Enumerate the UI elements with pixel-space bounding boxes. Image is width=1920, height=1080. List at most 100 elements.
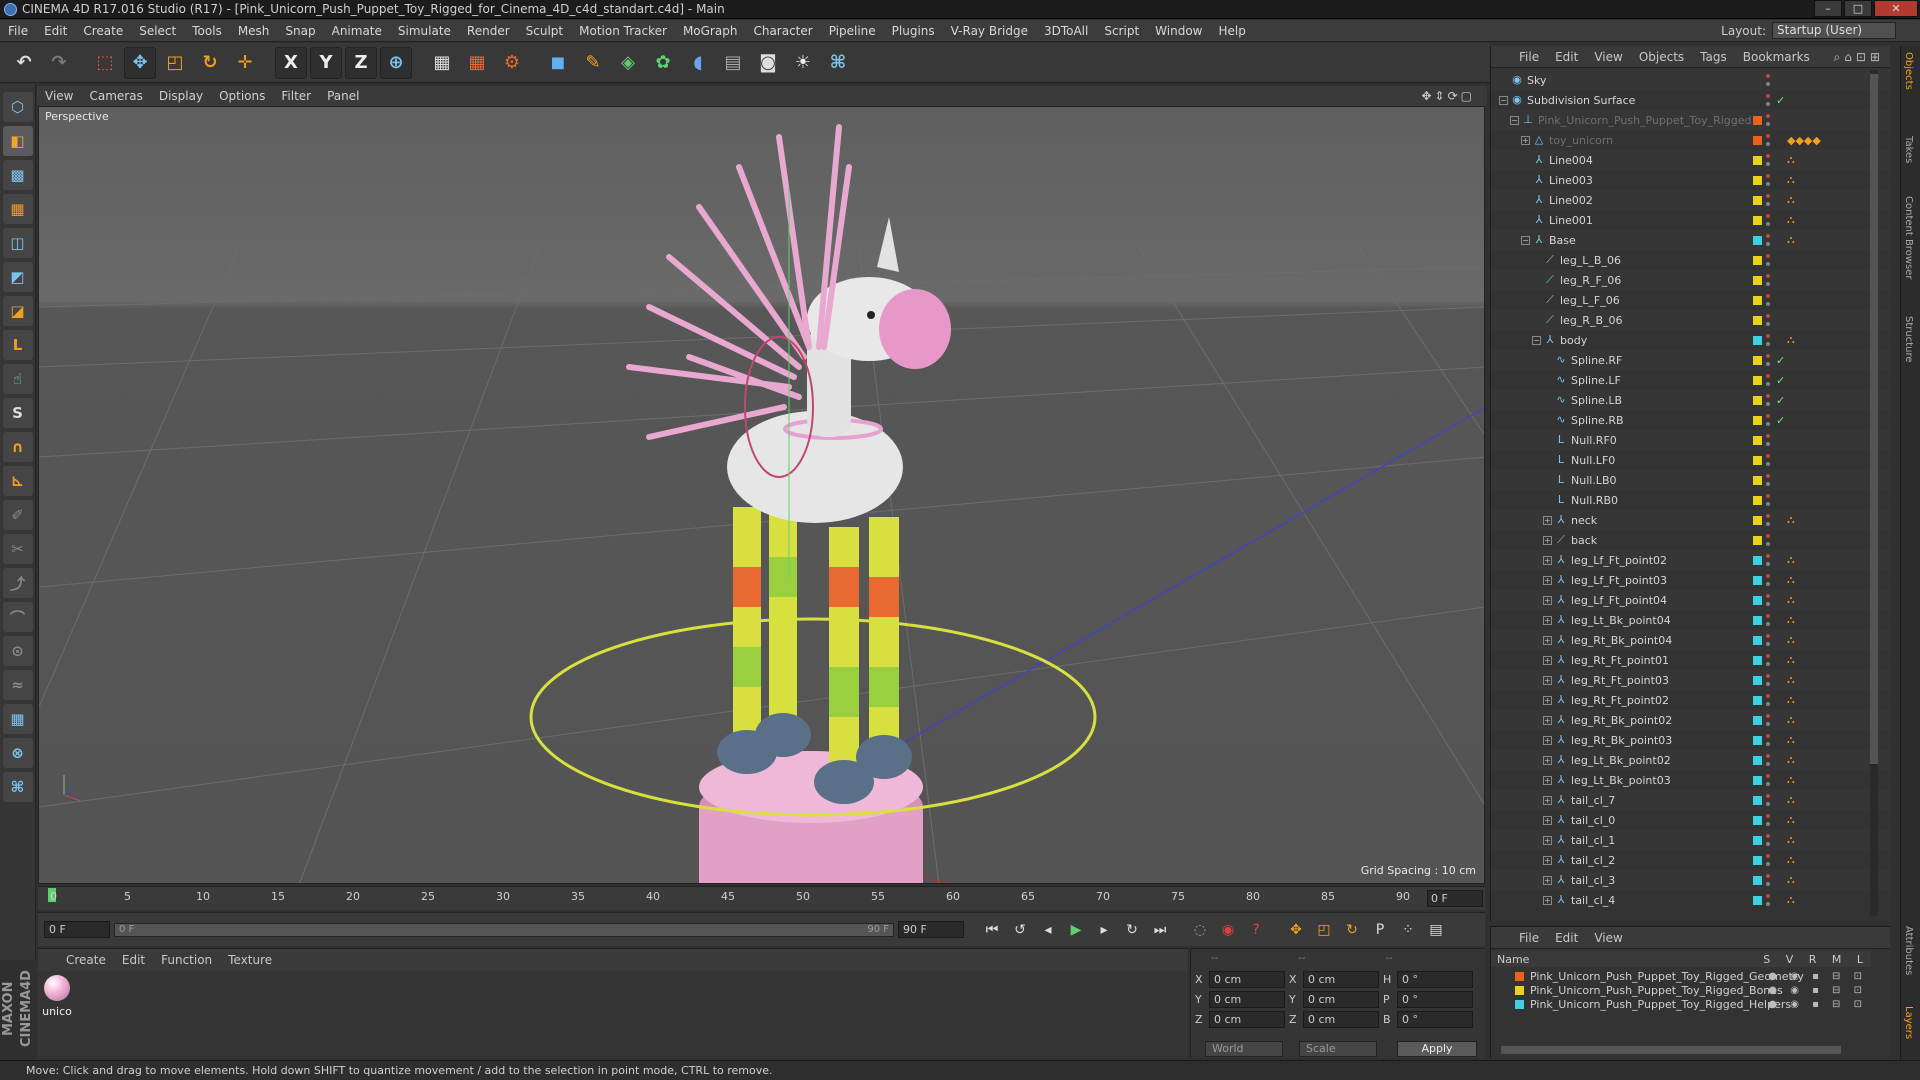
object-row[interactable]: + ⅄ neck ⛬ [1491,510,1891,530]
rotate-icon[interactable]: ↻ [194,47,226,79]
object-row[interactable]: + ⅄ leg_Rt_Ft_point02 ⛬ [1491,690,1891,710]
material-menu-function[interactable]: Function [153,953,220,967]
object-name[interactable]: leg_Rt_Ft_point02 [1571,694,1669,707]
layer-color-swatch[interactable] [1753,375,1762,385]
enabled-check-icon[interactable]: ✓ [1776,94,1785,107]
object-row[interactable]: L Null.RF0 [1491,430,1891,450]
object-row[interactable]: − ◉ Subdivision Surface ✓ [1491,90,1891,110]
layer-color-swatch[interactable] [1753,635,1762,645]
object-name[interactable]: tail_cl_7 [1571,794,1615,807]
prev-frame-icon[interactable]: ◂ [1036,918,1060,942]
visibility-dots[interactable] [1766,414,1770,426]
layer-color-swatch[interactable] [1753,115,1762,125]
next-frame-icon[interactable]: ▸ [1092,918,1116,942]
live-select-icon[interactable]: ⬚ [89,47,121,79]
visibility-dots[interactable] [1766,874,1770,886]
object-name[interactable]: leg_Rt_Ft_point01 [1571,654,1669,667]
visibility-dots[interactable] [1766,774,1770,786]
object-name[interactable]: leg_Rt_Bk_point04 [1571,634,1672,647]
layer-color-swatch[interactable] [1753,415,1762,425]
visibility-dots[interactable] [1766,714,1770,726]
object-tag-icon[interactable]: ⛬ [1787,833,1795,847]
expand-toggle-icon[interactable]: + [1543,815,1552,825]
object-row[interactable]: + ⅄ leg_Rt_Ft_point03 ⛬ [1491,670,1891,690]
object-tag-icon[interactable]: ⛬ [1787,513,1795,527]
layer-color-swatch[interactable] [1753,255,1762,265]
expand-toggle-icon[interactable]: + [1543,895,1552,905]
object-row[interactable]: ⟋ leg_R_F_06 [1491,270,1891,290]
autokey-icon[interactable]: ? [1244,918,1268,942]
menu-simulate[interactable]: Simulate [390,20,459,42]
visibility-dots[interactable] [1766,894,1770,906]
start-frame-field[interactable]: 0 F [44,921,110,938]
layer-color-swatch[interactable] [1753,535,1762,545]
object-name[interactable]: body [1560,334,1587,347]
goto-start-icon[interactable]: ⏮ [980,918,1004,942]
object-tag-icon[interactable]: ⛬ [1787,673,1795,687]
layer-color-swatch[interactable] [1753,715,1762,725]
visibility-dots[interactable] [1766,194,1770,206]
object-name[interactable]: leg_Rt_Bk_point02 [1571,714,1672,727]
world-coord-icon[interactable]: ⊕ [380,46,412,79]
visibility-dots[interactable] [1766,734,1770,746]
layer-color-swatch[interactable] [1753,895,1762,905]
expand-toggle-icon[interactable]: − [1521,235,1530,245]
layer-color-swatch[interactable] [1753,655,1762,665]
object-tag-icon[interactable]: ⛬ [1787,553,1795,567]
visibility-dots[interactable] [1766,354,1770,366]
knife-icon[interactable]: ✂ [2,534,33,564]
expand-toggle-icon[interactable]: + [1543,515,1552,525]
expand-toggle-icon[interactable]: + [1543,615,1552,625]
object-name[interactable]: Line003 [1549,174,1593,187]
object-name[interactable]: Pink_Unicorn_Push_Puppet_Toy_Rigged [1538,114,1752,127]
object-name[interactable]: leg_Rt_Bk_point03 [1571,734,1672,747]
object-name[interactable]: Line004 [1549,154,1593,167]
expand-toggle-icon[interactable]: − [1499,95,1508,105]
visibility-dots[interactable] [1766,614,1770,626]
timeline-window-icon[interactable]: ▤ [1424,918,1448,942]
viewport-menu-view[interactable]: View [37,89,81,103]
layer-flag-icons[interactable]: ● ◉ ▪ ⊟ ⊡ [1768,985,1867,996]
size-z-field[interactable]: 0 cm [1303,1011,1379,1028]
size-mode-dropdown[interactable]: Scale [1299,1041,1377,1057]
light-icon[interactable]: ☀ [787,47,819,79]
object-name[interactable]: Spline.RF [1571,354,1622,367]
tab-content-browser[interactable]: Content Browser [1903,196,1914,279]
tab-takes[interactable]: Takes [1903,136,1914,163]
object-row[interactable]: + ⅄ leg_Lt_Bk_point03 ⛬ [1491,770,1891,790]
object-row[interactable]: + ⅄ tail_cl_1 ⛬ [1491,830,1891,850]
layer-color-swatch[interactable] [1753,775,1762,785]
object-name[interactable]: leg_R_F_06 [1560,274,1621,287]
object-menu-bookmarks[interactable]: Bookmarks [1735,50,1818,64]
timeline-ruler[interactable]: 0 5 10 15 20 25 30 35 40 45 50 55 60 65 … [38,886,1485,910]
viewport-menu-display[interactable]: Display [151,89,211,103]
visibility-dots[interactable] [1766,314,1770,326]
menu-character[interactable]: Character [745,20,820,42]
layer-color-swatch[interactable] [1753,455,1762,465]
position-z-field[interactable]: 0 cm [1209,1011,1285,1028]
layer-color-swatch[interactable] [1753,795,1762,805]
camera-icon[interactable]: ◙ [752,47,784,79]
expand-toggle-icon[interactable]: + [1543,555,1552,565]
current-frame-field[interactable]: 0 F [1427,890,1483,907]
object-row[interactable]: − ⊥ Pink_Unicorn_Push_Puppet_Toy_Rigged [1491,110,1891,130]
layer-color-swatch[interactable] [1753,555,1762,565]
menu-window[interactable]: Window [1147,20,1210,42]
expand-toggle-icon[interactable]: + [1543,695,1552,705]
minimize-button[interactable]: – [1814,0,1842,17]
visibility-dots[interactable] [1766,454,1770,466]
menu-mograph[interactable]: MoGraph [675,20,746,42]
python-console-icon[interactable]: ⌘ [2,772,33,802]
expand-toggle-icon[interactable]: + [1543,595,1552,605]
model-mode-icon[interactable]: ◧ [2,126,33,156]
object-tree[interactable]: ◉ Sky − ◉ Subdivision Surface ✓ − ⊥ Pink_Unicorn… [1491,70,1891,916]
object-row[interactable]: + ⅄ leg_Rt_Ft_point01 ⛬ [1491,650,1891,670]
object-name[interactable]: leg_Lf_Ft_point04 [1571,594,1667,607]
array-icon[interactable]: ✿ [647,47,679,79]
render-view-icon[interactable]: ▦ [426,47,458,79]
size-y-field[interactable]: 0 cm [1303,991,1379,1008]
object-name[interactable]: Spline.RB [1571,414,1624,427]
expand-toggle-icon[interactable]: + [1543,835,1552,845]
key-rotation-icon[interactable]: ↻ [1340,918,1364,942]
object-tag-icon[interactable]: ⛬ [1787,893,1795,907]
